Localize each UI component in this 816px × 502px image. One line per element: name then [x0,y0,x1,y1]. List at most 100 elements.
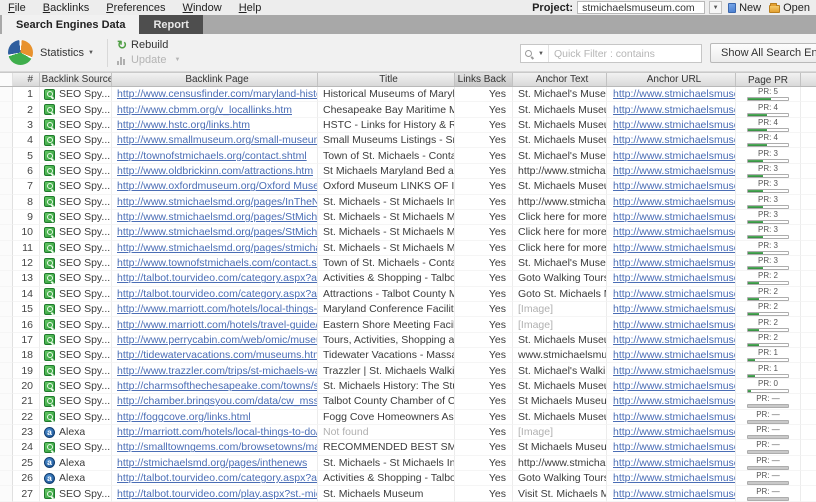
table-row[interactable]: 26Alexa http://talbot.tourvideo.com/categ… [0,470,816,487]
anchor-url-link[interactable]: http://www.stmichaelsmuseum.com/ [613,165,735,177]
menu-file[interactable]: File [8,2,26,14]
anchor-url-link[interactable]: http://www.stmichaelsmuseum.com [613,349,735,361]
anchor-url-link[interactable]: http://www.stmichaelsmuseum.com/ [613,119,735,131]
backlink-page-link[interactable]: http://www.oldbrickinn.com/attractions.h… [117,165,313,177]
table-row[interactable]: 24 SEO Spy... http://smalltowngems.com/bro… [0,440,816,456]
table-row[interactable]: 2 SEO Spy... http://www.cbmm.org/v_localli… [0,102,816,118]
backlink-page-link[interactable]: http://www.trazzler.com/trips/st-michael… [117,365,317,377]
anchor-url-link[interactable]: http://www.stmichaelsmuseum.com/ [613,196,735,208]
anchor-url-link[interactable]: http://www.stmichaelsmuseum.com... [613,426,735,438]
backlink-page-link[interactable]: http://www.townofstmichaels.com/contact.… [117,257,317,269]
anchor-url-link[interactable]: http://www.stmichaelsmuseum.com [613,150,735,162]
table-row[interactable]: 15 SEO Spy... http://www.marriott.com/hote… [0,302,816,318]
anchor-url-link[interactable]: http://www.stmichaelsmuseum.com/ [613,334,735,346]
backlink-page-link[interactable]: http://www.oxfordmuseum.org/Oxford Museu… [117,180,317,192]
column-header-links-back[interactable]: ▲Links Back [455,73,513,86]
anchor-url-link[interactable]: http://www.stmichaelsmuseum.com [613,180,735,192]
anchor-url-link[interactable]: http://www.stmichaelsmuseum.com... [613,319,735,331]
anchor-url-link[interactable]: http://www.stmichaelsmuseum.com... [613,226,735,238]
new-project-button[interactable]: New [726,2,763,14]
backlink-page-link[interactable]: http://charmsofthechesapeake.com/towns/s… [117,380,317,392]
project-dropdown-button[interactable]: ▼ [709,1,723,14]
anchor-url-link[interactable]: http://www.stmichaelsmuseum.com/ [613,411,735,423]
statistics-button[interactable]: Statistics [40,47,84,59]
column-header-#[interactable]: # [13,73,40,86]
table-row[interactable]: 1 SEO Spy... http://www.censusfinder.com/m… [0,87,816,103]
menu-backlinks[interactable]: Backlinks [43,2,89,14]
table-row[interactable]: 18 SEO Spy... http://tidewatervacations.co… [0,348,816,364]
column-header-page-pr[interactable]: Page PR [736,73,801,86]
project-combobox[interactable]: stmichaelsmuseum.com [577,1,706,14]
table-row[interactable]: 3 SEO Spy... http://www.hstc.org/links.htm… [0,117,816,134]
anchor-url-link[interactable]: http://www.stmichaelsmuseum.com... [613,472,735,484]
table-row[interactable]: 7 SEO Spy... http://www.oxfordmuseum.org/O… [0,179,816,195]
filter-mode-button[interactable]: ▼ [521,45,549,62]
backlink-page-link[interactable]: http://chamber.bringsyou.com/data/cw_mss… [117,395,317,407]
column-header-backlink-page[interactable]: Backlink Page [112,73,318,86]
column-header-backlink-source[interactable]: Backlink Source [40,73,112,86]
table-row[interactable]: 12 SEO Spy... http://www.townofstmichaels.… [0,255,816,272]
statistics-dropdown-arrow-icon[interactable]: ▼ [88,50,94,56]
anchor-url-link[interactable]: http://www.stmichaelsmuseum.com... [613,288,735,300]
backlink-page-link[interactable]: http://townofstmichaels.org/contact.shtm… [117,150,307,162]
backlink-page-link[interactable]: http://talbot.tourvideo.com/category.asp… [117,472,317,484]
table-row[interactable]: 5 SEO Spy... http://townofstmichaels.org/c… [0,148,816,164]
backlink-page-link[interactable]: http://stmichaelsmd.org/pages/inthenews [117,457,307,469]
update-button[interactable]: Update ▼ [116,54,180,66]
table-row[interactable]: 9 SEO Spy... http://www.stmichaelsmd.org/p… [0,209,816,226]
anchor-url-link[interactable]: http://www.stmichaelsmuseum.com/ [613,88,735,100]
table-row[interactable]: 20 SEO Spy... http://charmsofthechesapeake… [0,378,816,395]
table-row[interactable]: 11 SEO Spy... http://www.stmichaelsmd.org/… [0,240,816,256]
table-row[interactable]: 8 SEO Spy... http://www.stmichaelsmd.org/p… [0,194,816,210]
backlink-page-link[interactable]: http://smalltowngems.com/browsetowns/mar… [117,441,317,453]
backlink-page-link[interactable]: http://www.stmichaelsmd.org/pages/stmich… [117,242,317,254]
backlink-page-link[interactable]: http://foggcove.org/links.html [117,411,251,423]
tab-report[interactable]: Report [139,15,203,34]
backlink-page-link[interactable]: http://www.smallmuseum.org/small-museums… [117,134,317,146]
table-row[interactable]: 25Alexa http://stmichaelsmd.org/pages/int… [0,455,816,471]
table-row[interactable]: 17 SEO Spy... http://www.perrycabin.com/we… [0,332,816,349]
anchor-url-link[interactable]: http://www.stmichaelsmuseum.com... [613,211,735,223]
anchor-url-link[interactable]: http://www.stmichaelsmuseum.com [613,257,735,269]
backlink-page-link[interactable]: http://www.marriott.com/hotels/travel-gu… [117,319,317,331]
backlink-page-link[interactable]: http://www.marriott.com/hotels/local-thi… [117,303,317,315]
anchor-url-link[interactable]: http://www.stmichaelsmuseum.com... [613,303,735,315]
anchor-url-link[interactable]: http://www.stmichaelsmuseum.com [613,380,735,392]
backlink-page-link[interactable]: http://marriott.com/hotels/local-things-… [117,426,317,438]
table-row[interactable]: 4 SEO Spy... http://www.smallmuseum.org/sm… [0,133,816,149]
menu-preferences[interactable]: Preferences [106,2,165,14]
backlink-page-link[interactable]: http://talbot.tourvideo.com/category.asp… [117,272,317,284]
column-header-title[interactable]: Title [318,73,455,86]
table-row[interactable]: 22 SEO Spy... http://foggcove.org/links.ht… [0,409,816,425]
anchor-url-link[interactable]: http://www.stmichaelsmuseum.com... [613,488,735,500]
quick-filter-input[interactable] [548,47,701,60]
table-row[interactable]: 16 SEO Spy... http://www.marriott.com/hote… [0,317,816,333]
table-row[interactable]: 14 SEO Spy... http://talbot.tourvideo.com/… [0,286,816,303]
anchor-url-link[interactable]: http://www.stmichaelsmuseum.com [613,395,735,407]
backlink-page-link[interactable]: http://tidewatervacations.com/museums.ht… [117,349,317,361]
anchor-url-link[interactable]: http://www.stmichaelsmuseum.com/ [613,441,735,453]
backlink-page-link[interactable]: http://talbot.tourvideo.com/category.asp… [117,288,317,300]
backlink-page-link[interactable]: http://www.cbmm.org/v_locallinks.htm [117,104,292,116]
table-row[interactable]: 19 SEO Spy... http://www.trazzler.com/trip… [0,363,816,379]
anchor-url-link[interactable]: http://www.stmichaelsmuseum.com... [613,272,735,284]
menu-window[interactable]: Window [183,2,222,14]
backlink-page-link[interactable]: http://www.stmichaelsmd.org/pages/StMich… [117,211,317,223]
backlink-page-link[interactable]: http://www.censusfinder.com/maryland-his… [117,88,317,100]
tab-search-engines-data[interactable]: Search Engines Data [2,15,140,34]
rebuild-button[interactable]: ↻ Rebuild [117,39,180,51]
open-project-button[interactable]: Open [767,2,812,14]
menu-help[interactable]: Help [239,2,262,14]
backlink-page-link[interactable]: http://www.hstc.org/links.htm [117,119,250,131]
backlink-page-link[interactable]: http://talbot.tourvideo.com/play.aspx?st… [117,488,317,500]
anchor-url-link[interactable]: http://www.stmichaelsmuseum.com/ [613,457,735,469]
table-row[interactable]: 13 SEO Spy... http://talbot.tourvideo.com/… [0,271,816,287]
anchor-url-link[interactable]: http://www.stmichaelsmuseum.com... [613,365,735,377]
column-header-anchor-text[interactable]: Anchor Text [513,73,607,86]
anchor-url-link[interactable]: http://www.stmichaelsmuseum.com/ [613,134,735,146]
table-row[interactable]: 10 SEO Spy... http://www.stmichaelsmd.org/… [0,225,816,241]
backlink-page-link[interactable]: http://www.stmichaelsmd.org/pages/StMich… [117,226,317,238]
anchor-url-link[interactable]: http://www.stmichaelsmuseum.com [613,104,735,116]
table-row[interactable]: 21 SEO Spy... http://chamber.bringsyou.com… [0,394,816,410]
table-row[interactable]: 23Alexa http://marriott.com/hotels/local-… [0,424,816,441]
